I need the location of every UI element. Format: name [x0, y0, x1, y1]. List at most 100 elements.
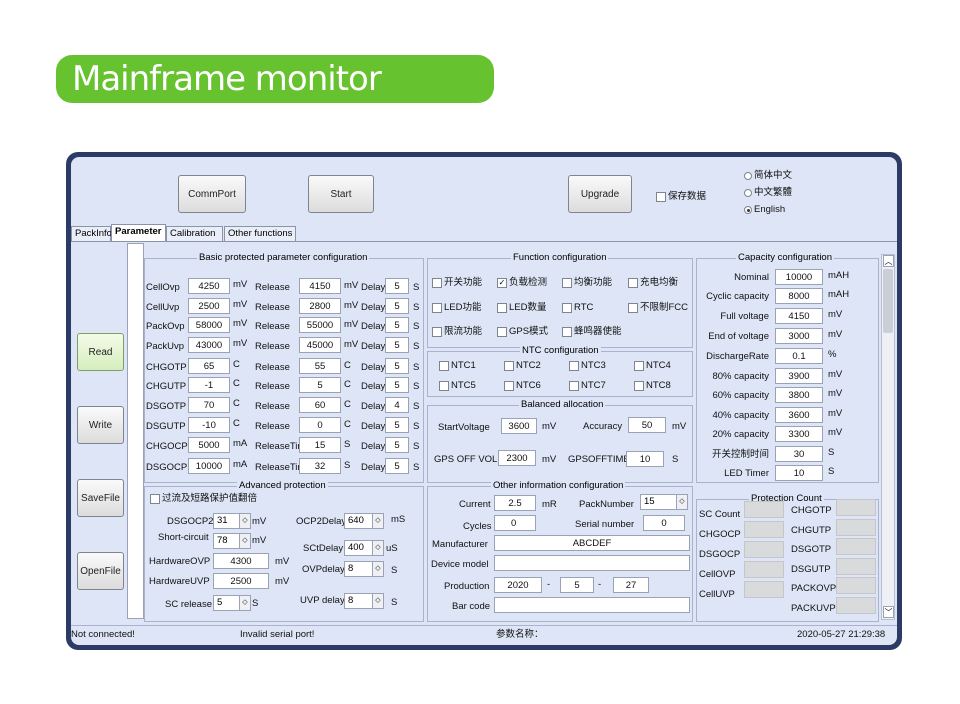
release-value-input[interactable]: 2800 — [299, 298, 341, 314]
tab-parameter[interactable]: Parameter — [111, 224, 166, 241]
function-checkbox[interactable] — [562, 327, 572, 337]
function-checkbox[interactable] — [628, 303, 638, 313]
capacity-value-input[interactable]: 4150 — [775, 308, 823, 324]
delay-value-input[interactable]: 5 — [385, 317, 409, 333]
function-checkbox[interactable] — [497, 303, 507, 313]
read-button[interactable]: Read — [77, 333, 124, 371]
savefile-button[interactable]: SaveFile — [77, 479, 124, 517]
capacity-value-input[interactable]: 10 — [775, 465, 823, 481]
ntc-checkbox[interactable] — [504, 381, 514, 391]
release-value-input[interactable]: 5 — [299, 377, 341, 393]
delay-value-input[interactable]: 5 — [385, 337, 409, 353]
gps-off-time-input[interactable]: 10 — [626, 451, 664, 467]
pack-number-select[interactable]: 15 ◇ — [640, 494, 688, 510]
start-voltage-input[interactable]: 3600 — [501, 418, 537, 434]
uvp-delay-select[interactable]: 8 ◇ — [344, 593, 384, 609]
production-day-input[interactable]: 27 — [613, 577, 649, 593]
tab-packinfo[interactable]: PackInfo — [71, 226, 112, 241]
barcode-input[interactable] — [494, 597, 690, 613]
delay-value-input[interactable]: 5 — [385, 278, 409, 294]
tab-other-functions[interactable]: Other functions — [224, 226, 296, 241]
delay-value-input[interactable]: 5 — [385, 377, 409, 393]
upgrade-button[interactable]: Upgrade — [568, 175, 632, 213]
start-button[interactable]: Start — [308, 175, 374, 213]
lang-radio-traditional[interactable] — [744, 189, 752, 197]
function-checkbox[interactable] — [562, 278, 572, 288]
ntc-checkbox[interactable] — [439, 381, 449, 391]
param-value-input[interactable]: 58000 — [188, 317, 230, 333]
capacity-value-input[interactable]: 10000 — [775, 269, 823, 285]
release-value-input[interactable]: 32 — [299, 458, 341, 474]
gps-off-vol-input[interactable]: 2300 — [498, 450, 536, 466]
release-value-input[interactable]: 4150 — [299, 278, 341, 294]
tab-calibration[interactable]: Calibration — [166, 226, 223, 241]
release-value-input[interactable]: 60 — [299, 397, 341, 413]
param-value-input[interactable]: 2500 — [188, 298, 230, 314]
current-input[interactable]: 2.5 — [494, 495, 536, 511]
function-checkbox[interactable] — [497, 327, 507, 337]
delay-value-input[interactable]: 5 — [385, 298, 409, 314]
param-value-input[interactable]: 43000 — [188, 337, 230, 353]
ntc-checkbox[interactable] — [634, 381, 644, 391]
production-month-input[interactable]: 5 — [560, 577, 594, 593]
release-value-input[interactable]: 15 — [299, 437, 341, 453]
delay-value-input[interactable]: 4 — [385, 397, 409, 413]
scrollbar[interactable]: ︿ ﹀ — [881, 254, 895, 620]
capacity-value-input[interactable]: 3600 — [775, 407, 823, 423]
ntc-checkbox[interactable] — [569, 361, 579, 371]
production-year-input[interactable]: 2020 — [494, 577, 542, 593]
lang-radio-simplified[interactable] — [744, 172, 752, 180]
delay-value-input[interactable]: 5 — [385, 358, 409, 374]
capacity-value-input[interactable]: 3300 — [775, 426, 823, 442]
release-value-input[interactable]: 0 — [299, 417, 341, 433]
param-value-input[interactable]: 65 — [188, 358, 230, 374]
capacity-value-input[interactable]: 3900 — [775, 368, 823, 384]
ntc-checkbox[interactable] — [569, 381, 579, 391]
device-model-input[interactable] — [494, 555, 690, 571]
write-button[interactable]: Write — [77, 406, 124, 444]
lang-radio-english[interactable] — [744, 206, 752, 214]
function-checkbox[interactable] — [432, 278, 442, 288]
delay-value-input[interactable]: 5 — [385, 437, 409, 453]
save-data-checkbox[interactable] — [656, 192, 666, 202]
capacity-value-input[interactable]: 30 — [775, 446, 823, 462]
function-checkbox[interactable] — [432, 303, 442, 313]
function-checkbox[interactable] — [562, 303, 572, 313]
cycles-input[interactable]: 0 — [494, 515, 536, 531]
sc-release-select[interactable]: 5 ◇ — [213, 595, 251, 611]
capacity-value-input[interactable]: 3800 — [775, 387, 823, 403]
dsgocp2-select[interactable]: 31 ◇ — [213, 513, 251, 529]
release-value-input[interactable]: 55000 — [299, 317, 341, 333]
commport-button[interactable]: CommPort — [178, 175, 246, 213]
function-checkbox[interactable] — [628, 278, 638, 288]
openfile-button[interactable]: OpenFile — [77, 552, 124, 590]
release-value-input[interactable]: 45000 — [299, 337, 341, 353]
manufacturer-input[interactable]: ABCDEF — [494, 535, 690, 551]
sct-delay-select[interactable]: 400 ◇ — [344, 540, 384, 556]
param-value-input[interactable]: -1 — [188, 377, 230, 393]
param-value-input[interactable]: -10 — [188, 417, 230, 433]
accuracy-input[interactable]: 50 — [628, 417, 666, 433]
scroll-down-icon[interactable]: ﹀ — [883, 606, 894, 618]
capacity-value-input[interactable]: 0.1 — [775, 348, 823, 364]
ocp2-delay-select[interactable]: 640 ◇ — [344, 513, 384, 529]
ntc-checkbox[interactable] — [439, 361, 449, 371]
double-protection-checkbox[interactable] — [150, 494, 160, 504]
scroll-up-icon[interactable]: ︿ — [883, 255, 894, 267]
function-checkbox[interactable]: ✓ — [497, 278, 507, 288]
ntc-checkbox[interactable] — [504, 361, 514, 371]
delay-value-input[interactable]: 5 — [385, 458, 409, 474]
function-checkbox[interactable] — [432, 327, 442, 337]
param-value-input[interactable]: 4250 — [188, 278, 230, 294]
hw-uvp-input[interactable]: 2500 — [213, 573, 269, 589]
serial-number-input[interactable]: 0 — [643, 515, 685, 531]
hw-ovp-input[interactable]: 4300 — [213, 553, 269, 569]
param-value-input[interactable]: 5000 — [188, 437, 230, 453]
param-value-input[interactable]: 10000 — [188, 458, 230, 474]
param-value-input[interactable]: 70 — [188, 397, 230, 413]
capacity-value-input[interactable]: 3000 — [775, 328, 823, 344]
release-value-input[interactable]: 55 — [299, 358, 341, 374]
scroll-thumb[interactable] — [883, 269, 893, 333]
delay-value-input[interactable]: 5 — [385, 417, 409, 433]
ntc-checkbox[interactable] — [634, 361, 644, 371]
